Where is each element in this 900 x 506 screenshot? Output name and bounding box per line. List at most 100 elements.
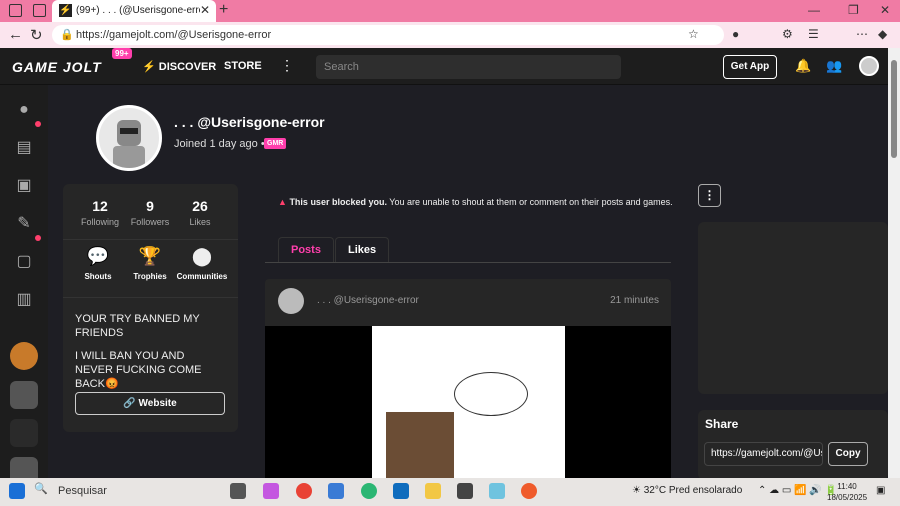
post-author[interactable]: . . . @Userisgone-error xyxy=(317,295,419,306)
discover-link[interactable]: ⚡ DISCOVER xyxy=(142,60,216,73)
store-link[interactable]: STORE xyxy=(224,60,262,72)
url-field[interactable]: 🔒 https://gamejolt.com/@Userisgone-error xyxy=(52,25,724,45)
post-author-avatar[interactable] xyxy=(278,288,304,314)
bell-icon[interactable]: 🔔 xyxy=(795,58,811,74)
user-avatar[interactable] xyxy=(859,56,879,76)
activity-icon[interactable]: ● xyxy=(13,99,35,121)
scrollbar-thumb[interactable] xyxy=(891,60,897,158)
copilot-icon[interactable]: ◆ xyxy=(878,27,887,41)
tab-close-icon[interactable]: ✕ xyxy=(200,3,210,17)
profile-info-card: 12 Following 9 Followers 26 Likes 💬 Shouts 🏆… xyxy=(63,184,238,432)
favorite-icon[interactable]: ☆ xyxy=(688,27,699,41)
app-icon[interactable] xyxy=(457,483,473,499)
joined-label: Joined 1 day ago xyxy=(174,138,258,150)
notif-dot xyxy=(35,121,41,127)
tab-underline xyxy=(265,262,671,263)
likes-stat[interactable]: 26 Likes xyxy=(175,198,225,228)
edge-icon[interactable] xyxy=(361,483,377,499)
back-icon[interactable]: ← xyxy=(8,26,23,43)
copilot-app-icon[interactable] xyxy=(263,483,279,499)
taskbar-search[interactable]: 🔍 Pesquisar xyxy=(34,482,214,502)
get-app-button[interactable]: Get App xyxy=(723,55,777,79)
copy-button[interactable]: Copy xyxy=(828,442,868,466)
workspaces-icon[interactable] xyxy=(9,4,22,17)
date: 18/05/2025 xyxy=(827,493,868,502)
profile-main: . . . @Userisgone-error Joined 1 day ago… xyxy=(48,85,888,478)
brave-icon[interactable] xyxy=(521,483,537,499)
library-icon[interactable]: ▥ xyxy=(13,289,35,311)
bio-line-1: YOUR TRY BANNED MY FRIENDS xyxy=(75,313,200,339)
speech-bubble-drawing xyxy=(454,372,528,416)
stat-label: Followers xyxy=(130,217,170,227)
windows-start-icon[interactable] xyxy=(9,483,25,499)
app-icon[interactable] xyxy=(489,483,505,499)
gamejolt-community-avatar[interactable] xyxy=(10,419,38,447)
file-explorer-icon[interactable] xyxy=(425,483,441,499)
profile-more-button[interactable]: ⋮ xyxy=(698,184,721,207)
task-view-icon[interactable] xyxy=(230,483,246,499)
share-title: Share xyxy=(705,417,739,431)
following-stat[interactable]: 12 Following xyxy=(75,198,125,228)
chrome-icon[interactable] xyxy=(296,483,312,499)
backpack-icon[interactable]: ▣ xyxy=(13,175,35,197)
minimize-button[interactable]: — xyxy=(808,3,820,17)
post-image[interactable] xyxy=(265,326,671,478)
puzzle-icon[interactable]: ⚙ xyxy=(782,27,793,41)
store-app-icon[interactable] xyxy=(328,483,344,499)
trophy-icon: 🏆 xyxy=(138,246,162,266)
section-label: Communities xyxy=(176,272,228,281)
maximize-button[interactable]: ❐ xyxy=(848,3,859,17)
community-avatar[interactable] xyxy=(10,381,38,409)
tray-icons[interactable]: ⌃ ☁ ▭ 📶 🔊 🔋 xyxy=(758,485,837,496)
new-tab-button[interactable]: + xyxy=(219,1,228,19)
browser-tab[interactable]: ⚡ (99+) . . . (@Userisgone-error) - G ✕ xyxy=(52,0,216,22)
notif-dot xyxy=(35,235,41,241)
close-window-button[interactable]: ✕ xyxy=(880,3,890,17)
time: 11:40 xyxy=(837,482,857,491)
community-avatar[interactable] xyxy=(10,457,38,478)
weather-widget[interactable]: ☀ 32°C Pred ensolarado xyxy=(632,485,742,496)
stat-label: Following xyxy=(80,217,120,227)
discover-label: DISCOVER xyxy=(158,61,217,73)
followers-stat[interactable]: 9 Followers xyxy=(125,198,175,228)
extension-icon[interactable]: ● xyxy=(732,27,739,41)
favorites-bar-icon[interactable]: ☰ xyxy=(808,27,819,41)
stat-number: 12 xyxy=(92,198,108,214)
website-button[interactable]: 🔗 Website xyxy=(75,392,225,415)
store-icon[interactable]: ▤ xyxy=(13,137,35,159)
quests-icon[interactable]: ✎ xyxy=(13,213,35,235)
joined-text: Joined 1 day ago • xyxy=(174,138,265,150)
post-time: 21 minutes xyxy=(610,295,659,306)
tab-likes[interactable]: Likes xyxy=(335,237,390,262)
community-avatar[interactable] xyxy=(10,342,38,370)
refresh-icon[interactable]: ↻ xyxy=(30,26,43,44)
chat-icon[interactable]: ▢ xyxy=(13,251,35,273)
communities-link[interactable]: ⬤ Communities xyxy=(172,246,232,282)
taskbar-search-label: Pesquisar xyxy=(58,485,107,497)
site-info-icon[interactable]: 🔒 xyxy=(60,28,74,41)
section-label: Trophies xyxy=(133,272,167,281)
more-icon[interactable]: ⋯ xyxy=(856,27,868,41)
shouts-link[interactable]: 💬 Shouts xyxy=(68,246,128,282)
tab-posts[interactable]: Posts xyxy=(278,237,334,262)
page-scrollbar[interactable] xyxy=(888,48,900,478)
outlook-icon[interactable] xyxy=(393,483,409,499)
website-label: Website xyxy=(138,398,177,409)
clock[interactable]: 11:40 18/05/2025 xyxy=(827,481,867,503)
trophies-link[interactable]: 🏆 Trophies xyxy=(120,246,180,282)
more-menu-icon[interactable]: ⋮ xyxy=(280,57,294,74)
share-url-field[interactable]: https://gamejolt.com/@Userisgone-error xyxy=(704,442,823,466)
display-name: . . . @Userisgone-error xyxy=(174,114,325,130)
robot-avatar-icon xyxy=(113,120,145,168)
weather-text: 32°C Pred ensolarado xyxy=(643,485,743,496)
address-bar-row: ← ↻ 🔒 https://gamejolt.com/@Userisgone-e… xyxy=(0,22,900,48)
post-card[interactable]: . . . @Userisgone-error 21 minutes xyxy=(265,279,671,478)
notifications-icon[interactable]: ▣ xyxy=(876,485,885,496)
gamejolt-logo[interactable]: GAME JOLT xyxy=(12,59,102,75)
tab-title: (99+) . . . (@Userisgone-error) - G xyxy=(76,5,200,16)
tab-actions-icon[interactable] xyxy=(33,4,46,17)
search-input[interactable]: Search xyxy=(316,55,621,79)
friends-icon[interactable]: 👥 xyxy=(826,58,842,74)
speech-bubble-icon: 💬 xyxy=(86,246,110,266)
blocked-strong: This user blocked you. xyxy=(289,197,387,207)
